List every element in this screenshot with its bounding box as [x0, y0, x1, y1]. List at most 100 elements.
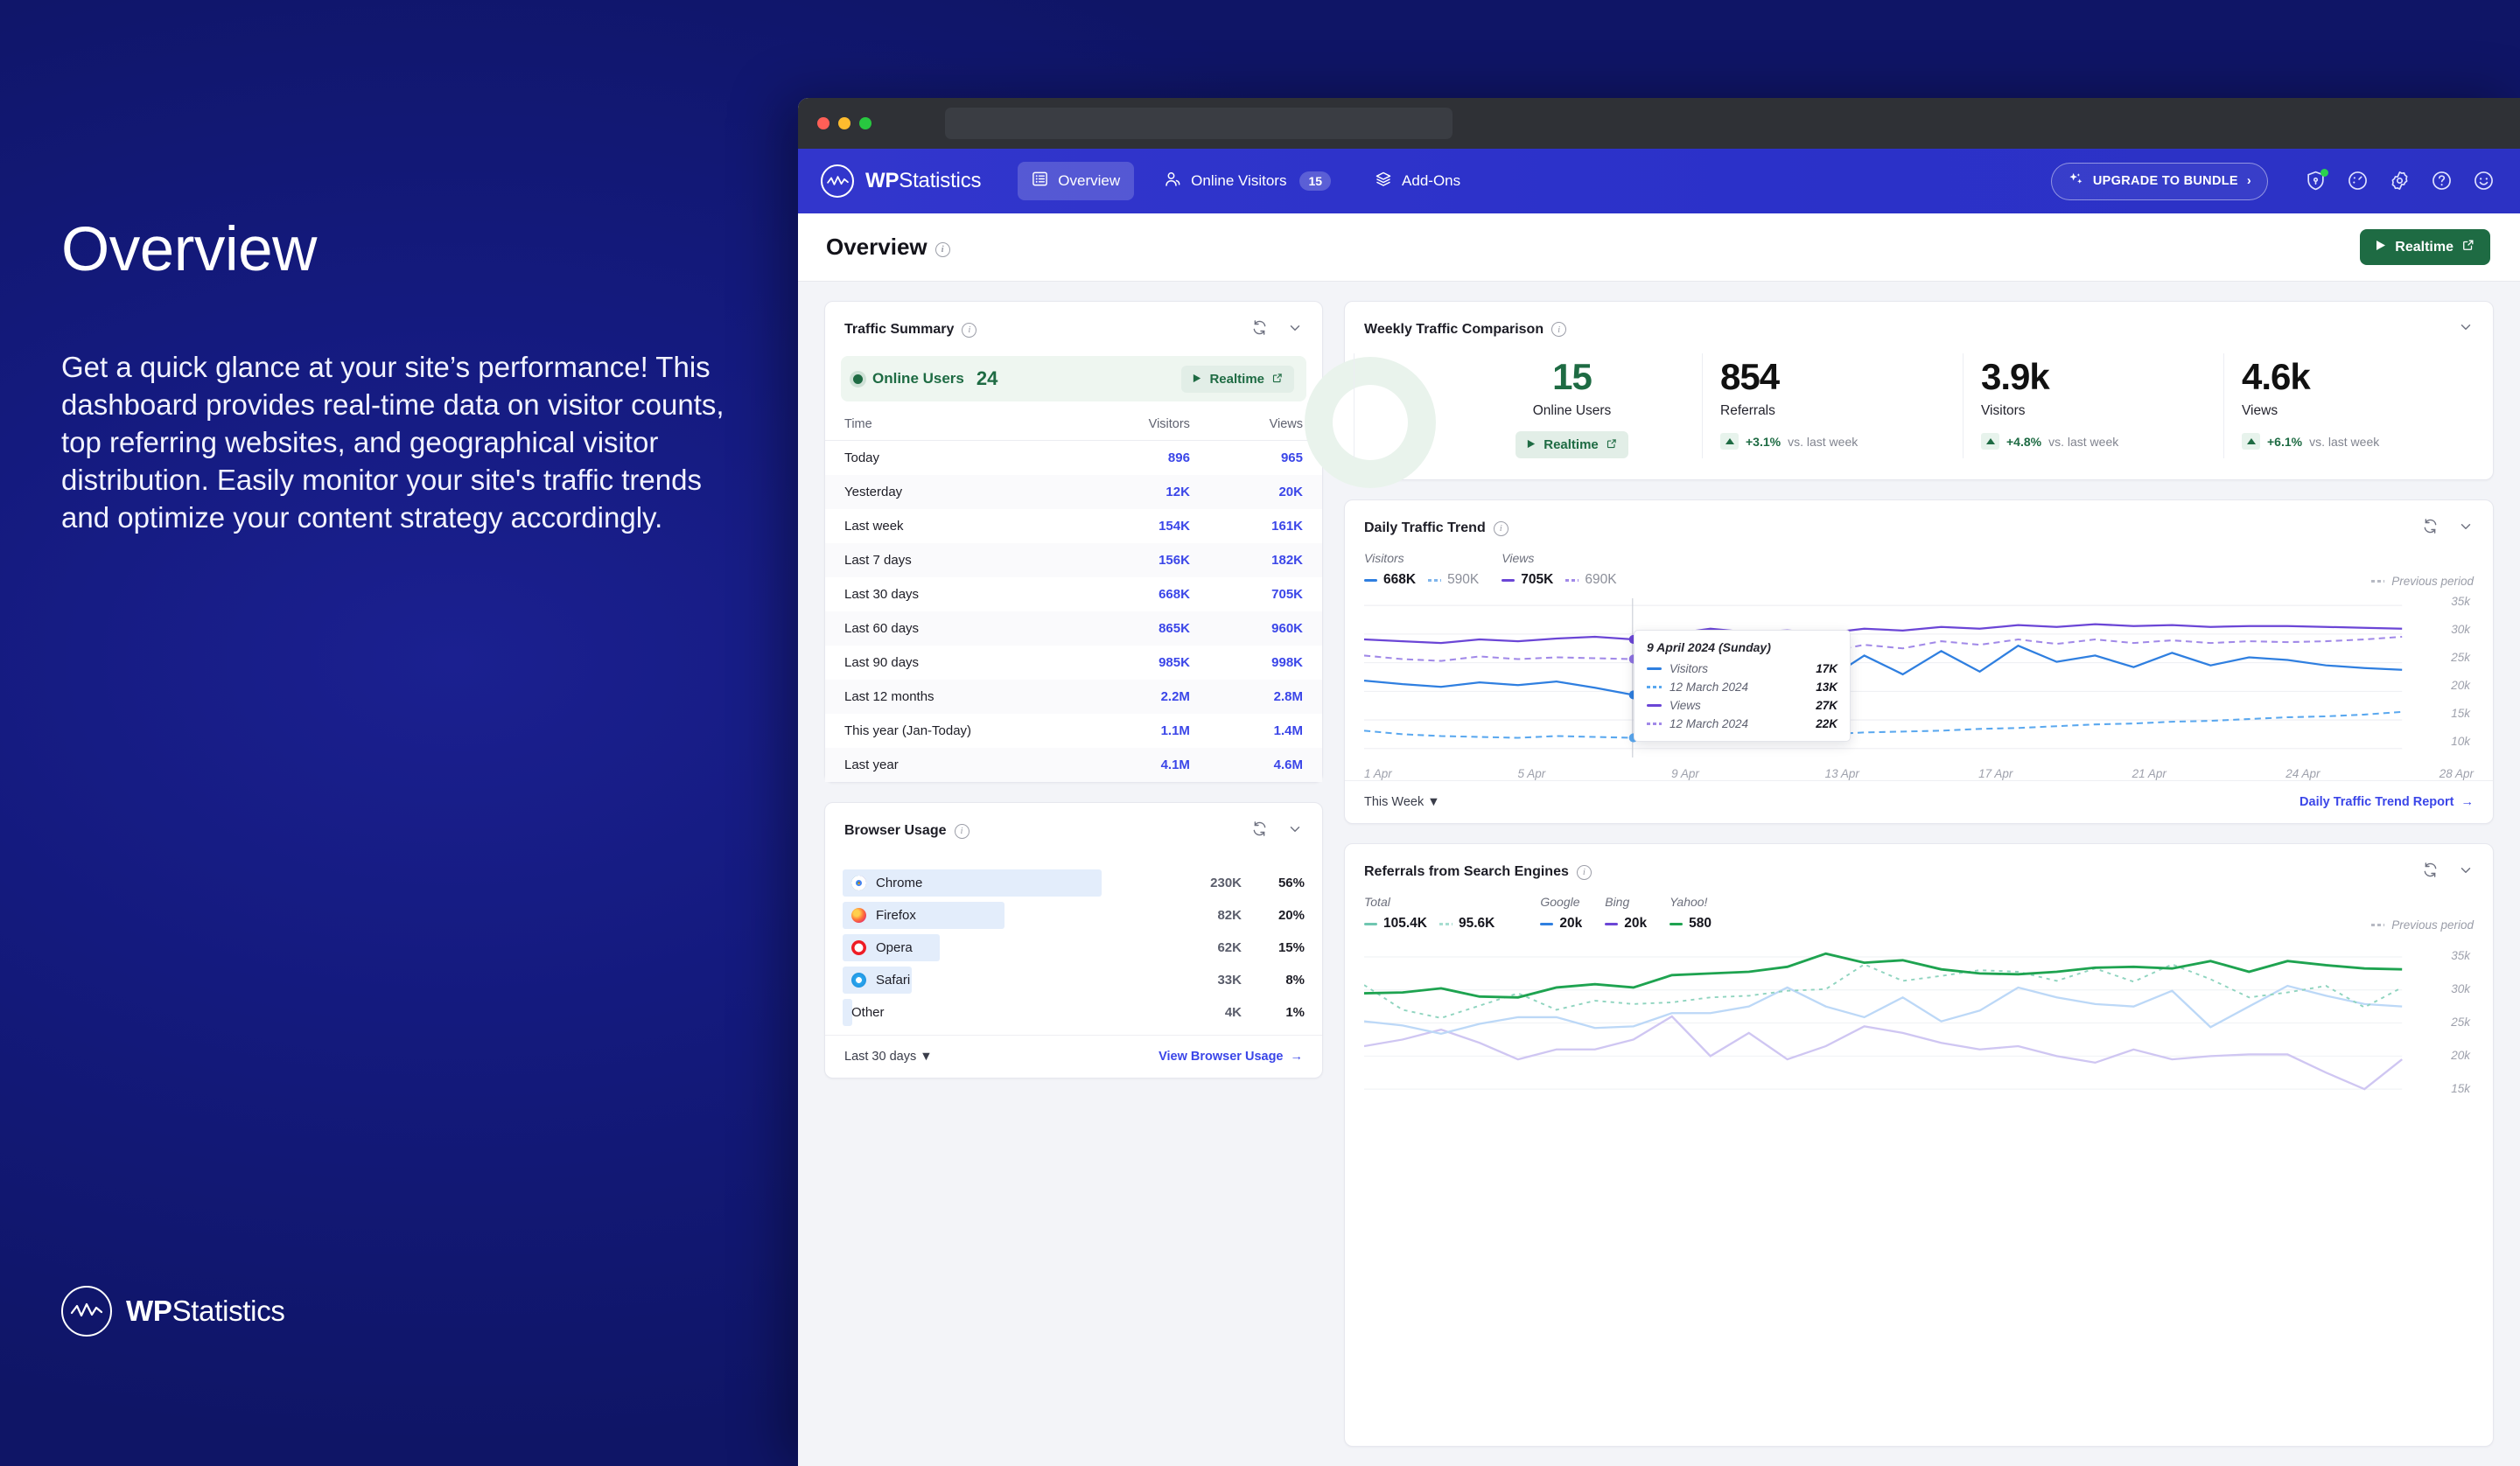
row-visitors[interactable]: 896 — [1084, 441, 1209, 476]
row-views[interactable]: 182K — [1208, 543, 1322, 577]
row-views[interactable]: 2.8M — [1208, 680, 1322, 714]
refresh-icon[interactable] — [2422, 862, 2439, 883]
upgrade-to-bundle-button[interactable]: UPGRADE TO BUNDLE › — [2050, 162, 2268, 200]
refresh-icon[interactable] — [1251, 319, 1268, 340]
weekly-traffic-title: Weekly Traffic Comparison — [1364, 321, 1544, 337]
row-visitors[interactable]: 154K — [1084, 509, 1209, 543]
row-views[interactable]: 1.4M — [1209, 714, 1322, 748]
browser-usage-period-select[interactable]: Last 30 days ▼ — [844, 1050, 933, 1064]
refresh-icon[interactable] — [1251, 820, 1268, 841]
minimize-window-button[interactable] — [838, 117, 850, 129]
metric-referrals: 854 Referrals +3.1% vs. last week — [1702, 353, 1963, 458]
row-views[interactable]: 965 — [1209, 441, 1322, 476]
traffic-summary-title: Traffic Summary — [844, 322, 955, 337]
legend-current-bing: 20k — [1605, 916, 1647, 932]
x-tick: 5 Apr — [1517, 767, 1546, 781]
row-visitors[interactable]: 2.2M — [1084, 680, 1209, 714]
question-circle-icon[interactable] — [2431, 170, 2454, 192]
daily-traffic-tools — [2422, 518, 2474, 539]
chevron-down-icon[interactable] — [2458, 519, 2474, 539]
nav-item-online-visitors[interactable]: Online Visitors 15 — [1150, 162, 1345, 201]
traffic-summary-realtime-button[interactable]: Realtime — [1181, 365, 1294, 393]
y-tick: 25k — [2451, 1016, 2470, 1030]
info-icon[interactable]: i — [1493, 520, 1508, 536]
list-item[interactable]: Opera 62K 15% — [843, 934, 1305, 961]
row-views[interactable]: 161K — [1209, 509, 1322, 543]
delta-note: vs. last week — [2309, 434, 2380, 449]
tooltip-row: Visitors 17K — [1647, 662, 1838, 675]
list-item[interactable]: Other 4K 1% — [843, 999, 1305, 1026]
row-views[interactable]: 960K — [1208, 611, 1322, 646]
app-brand[interactable]: WPStatistics — [821, 164, 981, 198]
view-browser-usage-link[interactable]: View Browser Usage → — [1158, 1050, 1303, 1064]
row-visitors[interactable]: 668K — [1084, 577, 1209, 611]
daily-traffic-period-select[interactable]: This Week ▼ — [1364, 795, 1440, 809]
row-views[interactable]: 4.6M — [1208, 748, 1322, 782]
list-item[interactable]: Chrome 230K 56% — [843, 869, 1305, 897]
nav-item-add-ons[interactable]: Add-Ons — [1361, 162, 1474, 201]
chevron-down-icon[interactable] — [1287, 821, 1303, 841]
browser-window: WPStatistics Overview Online Visitors 15… — [798, 98, 2520, 1466]
info-icon[interactable]: i — [934, 241, 950, 257]
row-visitors[interactable]: 985K — [1084, 646, 1209, 680]
online-status-dot — [853, 373, 863, 384]
row-views[interactable]: 705K — [1209, 577, 1322, 611]
legend-current-views: 705K — [1502, 572, 1553, 588]
browser-percent: 56% — [1278, 876, 1305, 890]
list-item[interactable]: Firefox 82K 20% — [843, 902, 1305, 929]
daily-traffic-report-label: Daily Traffic Trend Report — [2300, 795, 2454, 810]
address-bar[interactable] — [945, 108, 1452, 139]
row-views[interactable]: 998K — [1209, 646, 1322, 680]
speedometer-icon[interactable] — [2347, 170, 2370, 192]
metric-visitors: 3.9k Visitors +4.8% vs. last week — [1963, 353, 2223, 458]
row-visitors[interactable]: 12K — [1084, 475, 1209, 509]
daily-traffic-trend-report-link[interactable]: Daily Traffic Trend Report → — [2300, 795, 2474, 809]
traffic-summary-table-body: Today 896 965 Yesterday 12K 20K Last week 154… — [825, 441, 1322, 782]
info-icon[interactable]: i — [1551, 322, 1567, 337]
row-time: Last 90 days — [844, 655, 920, 670]
browser-percent: 8% — [1285, 973, 1305, 988]
list-item[interactable]: Safari 33K 8% — [843, 967, 1305, 994]
smiley-icon[interactable] — [2473, 170, 2496, 192]
refresh-icon[interactable] — [2422, 518, 2439, 539]
table-header-row: Time Visitors Views — [825, 408, 1322, 441]
row-visitors[interactable]: 1.1M — [1084, 714, 1209, 748]
browser-percent: 15% — [1278, 940, 1305, 955]
grid-lines — [1364, 956, 2403, 1090]
row-visitors[interactable]: 156K — [1084, 543, 1209, 577]
series-views — [1364, 623, 2403, 645]
tooltip-label: 12 March 2024 — [1670, 717, 1749, 730]
table-row: Last year 4.1M 4.6M — [825, 748, 1322, 782]
gear-icon[interactable] — [2389, 170, 2412, 192]
info-icon[interactable]: i — [954, 823, 970, 839]
online-users-count: 24 — [976, 367, 998, 389]
y-tick: 25k — [2451, 651, 2470, 664]
browser-label: Other — [851, 1005, 885, 1020]
x-tick: 9 Apr — [1671, 767, 1699, 781]
triangle-up-icon — [2242, 433, 2260, 450]
chevron-down-icon[interactable] — [2458, 319, 2474, 339]
shield-lock-icon[interactable] — [2305, 169, 2328, 192]
chevron-down-icon[interactable] — [2458, 862, 2474, 883]
maximize-window-button[interactable] — [859, 117, 872, 129]
realtime-button[interactable]: Realtime — [2360, 229, 2490, 265]
info-icon[interactable]: i — [1576, 864, 1592, 880]
nav-item-overview[interactable]: Overview — [1018, 162, 1135, 200]
weekly-realtime-button[interactable]: Realtime — [1516, 431, 1628, 458]
row-visitors[interactable]: 865K — [1084, 611, 1209, 646]
tooltip-title: 9 April 2024 (Sunday) — [1647, 640, 1771, 654]
nav-icon-group — [2305, 169, 2496, 192]
browser-usage-list: Chrome 230K 56% Firefox 82K 20% Opera 62… — [825, 854, 1322, 1035]
legend-previous-total: 95.6K — [1438, 916, 1494, 932]
info-icon[interactable]: i — [962, 322, 977, 338]
close-window-button[interactable] — [817, 117, 830, 129]
column-header-visitors: Visitors — [1084, 408, 1209, 441]
tooltip-row: 12 March 2024 22K — [1647, 717, 1838, 730]
legend-value: 20k — [1624, 916, 1648, 932]
chevron-down-icon[interactable] — [1287, 320, 1303, 340]
triangle-up-icon — [1981, 433, 1999, 450]
row-visitors[interactable]: 4.1M — [1084, 748, 1209, 782]
row-views[interactable]: 20K — [1208, 475, 1322, 509]
tooltip-value: 17K — [1816, 662, 1838, 675]
page-header: Overview i Realtime — [798, 213, 2520, 282]
